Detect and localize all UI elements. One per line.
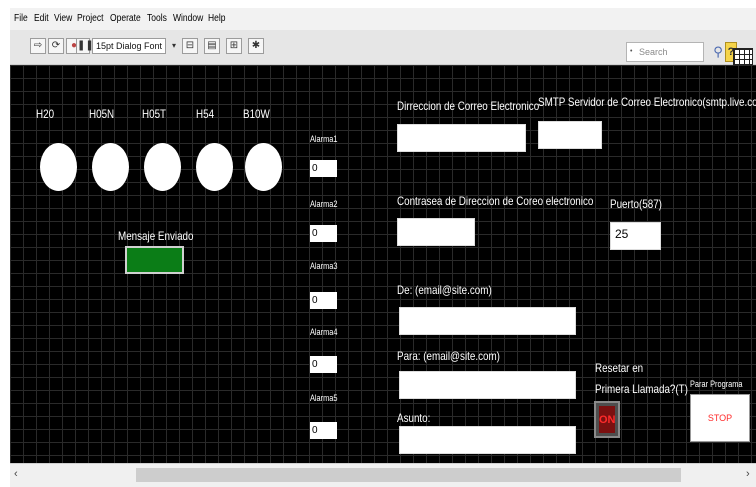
scroll-thumb[interactable] xyxy=(136,468,681,482)
led-h05t xyxy=(144,143,181,191)
distribute-icon[interactable]: ▤ xyxy=(204,38,220,54)
menu-edit[interactable]: Edit xyxy=(34,13,49,24)
led-label-h05t: H05T xyxy=(142,107,167,121)
alarm-value-1: 0 xyxy=(310,160,337,177)
sent-led xyxy=(125,246,184,274)
led-h05n xyxy=(92,143,129,191)
reset-label-line1: Resetar en xyxy=(595,361,644,375)
horizontal-scrollbar[interactable]: ‹ › xyxy=(10,463,756,487)
reset-toggle-button[interactable]: ON xyxy=(594,401,620,438)
alarm-label-2: Alarma2 xyxy=(310,199,338,209)
alarm-value-2: 0 xyxy=(310,225,337,242)
smtp-input[interactable] xyxy=(538,121,602,149)
address-input[interactable] xyxy=(397,124,526,152)
alarm-value-3: 0 xyxy=(310,292,337,309)
stop-button[interactable]: STOP xyxy=(690,394,750,442)
stop-label: Parar Programa xyxy=(690,379,743,389)
menu-file[interactable]: File xyxy=(14,13,28,24)
menu-operate[interactable]: Operate xyxy=(110,13,141,24)
subject-input[interactable] xyxy=(399,426,576,454)
scroll-left-icon[interactable]: ‹ xyxy=(14,468,18,480)
front-panel: H20 H05N H05T H54 B10W Mensaje Enviado A… xyxy=(10,65,756,463)
led-label-h05n: H05N xyxy=(89,107,115,121)
menu-window[interactable]: Window xyxy=(173,13,203,24)
run-arrow-icon[interactable]: ⇨ xyxy=(30,38,46,54)
password-label: Contraseа de Direccion de Coreo electron… xyxy=(397,194,594,208)
search-input[interactable]: • Search xyxy=(626,42,704,62)
alarm-label-1: Alarma1 xyxy=(310,134,338,144)
alarm-label-3: Alarma3 xyxy=(310,261,338,271)
led-h20 xyxy=(40,143,77,191)
menu-bar: File Edit View Project Operate Tools Win… xyxy=(10,8,756,30)
reset-label-line2: Primera Llamada?(T) xyxy=(595,382,688,396)
from-input[interactable] xyxy=(399,307,576,335)
menu-view[interactable]: View xyxy=(54,13,72,24)
reorder-icon[interactable]: ✱ xyxy=(248,38,264,54)
menu-help[interactable]: Help xyxy=(208,13,225,24)
alarm-value-4: 0 xyxy=(310,356,337,373)
port-label: Puerto(587) xyxy=(610,197,662,211)
smtp-label: SMTP Servidor de Correo Electronico(smtp… xyxy=(538,95,756,109)
led-label-h20: H20 xyxy=(36,107,55,121)
search-placeholder: Search xyxy=(639,47,668,57)
menu-tools[interactable]: Tools xyxy=(147,13,167,24)
run-continuous-icon[interactable]: ⟳ xyxy=(48,38,64,54)
menu-project[interactable]: Project xyxy=(77,13,103,24)
password-input[interactable] xyxy=(397,218,475,246)
font-select[interactable]: 15pt Dialog Font xyxy=(92,38,166,54)
led-label-h54: H54 xyxy=(196,107,215,121)
led-h54 xyxy=(196,143,233,191)
to-label: Para: (email@site.com) xyxy=(397,349,500,363)
sent-label: Mensaje Enviado xyxy=(118,229,194,243)
chevron-down-icon[interactable]: ▾ xyxy=(168,38,180,54)
align-icon[interactable]: ⊟ xyxy=(182,38,198,54)
front-panel-window: File Edit View Project Operate Tools Win… xyxy=(10,8,756,487)
pause-icon[interactable]: ❚❚ xyxy=(76,38,94,54)
to-input[interactable] xyxy=(399,371,576,399)
alarm-label-5: Alarma5 xyxy=(310,393,338,403)
reset-toggle-state: ON xyxy=(599,406,616,433)
led-b10w xyxy=(245,143,282,191)
address-label: Dirreccion de Correo Electronico xyxy=(397,99,540,113)
led-label-b10w: B10W xyxy=(243,107,270,121)
subject-label: Asunto: xyxy=(397,411,431,425)
alarm-label-4: Alarma4 xyxy=(310,327,338,337)
alarm-value-5: 0 xyxy=(310,422,337,439)
from-label: De: (email@site.com) xyxy=(397,283,492,297)
chevron-down-icon: • xyxy=(630,48,633,55)
port-input[interactable]: 25 xyxy=(610,222,661,250)
toolbar: ⇨ ⟳ ● ❚❚ 15pt Dialog Font ▾ ⊟ ▤ ⊞ ✱ • Se… xyxy=(10,30,756,68)
scroll-right-icon[interactable]: › xyxy=(746,468,750,480)
resize-icon[interactable]: ⊞ xyxy=(226,38,242,54)
